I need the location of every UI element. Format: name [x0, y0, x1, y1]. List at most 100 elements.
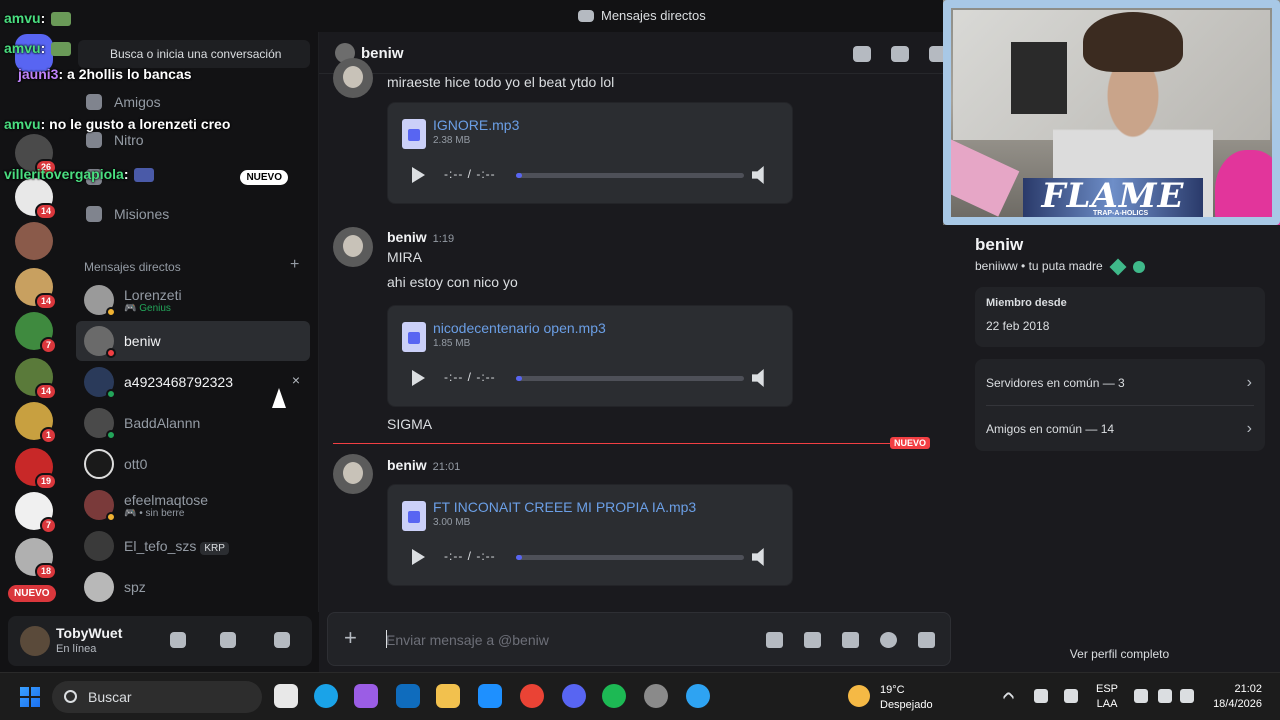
view-full-profile-link[interactable]: Ver perfil completo [959, 647, 1280, 661]
message-composer[interactable]: + Enviar mensaje a @beniw [327, 612, 951, 666]
mutual-friends-row[interactable]: Amigos en común — 14 › [986, 420, 1254, 437]
volume-icon[interactable] [752, 369, 764, 387]
status-indicator [106, 430, 116, 440]
dm-item-el-tefo-szs[interactable]: El_tefo_szs KRP [76, 526, 310, 566]
voice-call-icon[interactable] [853, 46, 871, 62]
avatar[interactable] [333, 454, 373, 494]
server-icon[interactable] [15, 222, 53, 260]
gear-icon[interactable] [274, 632, 290, 648]
nav-nitro[interactable]: Nitro [76, 123, 310, 157]
volume-icon[interactable] [752, 166, 764, 184]
create-dm-button[interactable]: + [290, 256, 299, 274]
notification-icon[interactable] [1180, 689, 1194, 703]
gift-icon[interactable] [766, 632, 783, 648]
nav-friends[interactable]: Amigos [76, 85, 310, 119]
volume-icon[interactable] [1158, 689, 1172, 703]
headphones-icon[interactable] [220, 632, 236, 648]
message-author[interactable]: beniw 21:01 [387, 457, 460, 473]
shop-icon [86, 169, 102, 185]
app-icon[interactable] [686, 684, 710, 708]
server-icon[interactable]: 19 [15, 448, 57, 490]
message-author[interactable]: beniw 1:19 [387, 229, 454, 245]
nav-quests[interactable]: Misiones [76, 197, 310, 231]
network-icon[interactable] [1034, 689, 1048, 703]
server-icon[interactable]: 14 [15, 268, 57, 310]
clock[interactable]: 21:02 18/4/2026 [1200, 682, 1262, 712]
audio-progress-bar[interactable] [516, 173, 744, 178]
task-view-icon[interactable] [274, 684, 298, 708]
profile-panel: beniw beniiww • tu puta madre Miembro de… [959, 225, 1280, 672]
chrome-icon[interactable] [520, 684, 544, 708]
file-link[interactable]: IGNORE.mp3 [433, 117, 519, 133]
emoji-icon[interactable] [880, 632, 897, 648]
taskbar-search[interactable]: Buscar [52, 681, 262, 713]
dm-item-lorenzeti[interactable]: Lorenzeti 🎮 Genius [76, 280, 310, 320]
language-indicator[interactable]: ESP LAA [1096, 682, 1118, 712]
search-icon [64, 690, 77, 703]
guild-tag: KRP [200, 541, 229, 555]
avatar[interactable] [20, 626, 50, 656]
home-button[interactable] [15, 34, 53, 72]
microphone-icon[interactable] [1064, 689, 1078, 703]
server-icon[interactable]: 7 [15, 492, 57, 534]
new-badge: NUEVO [240, 169, 288, 185]
file-link[interactable]: nicodecentenario open.mp3 [433, 320, 606, 336]
discord-app-icon[interactable] [562, 684, 586, 708]
microphone-icon[interactable] [170, 632, 186, 648]
volume-icon[interactable] [752, 548, 764, 566]
dm-item-ott0[interactable]: ott0 [76, 444, 310, 484]
server-icon[interactable]: 7 [15, 312, 57, 354]
discord-icon [578, 9, 594, 22]
display-icon[interactable] [1134, 689, 1148, 703]
outlook-icon[interactable] [396, 684, 420, 708]
app-icon[interactable] [644, 684, 668, 708]
moon-icon [848, 685, 870, 707]
status-indicator [106, 389, 116, 399]
gif-icon[interactable] [804, 632, 821, 648]
close-dm-button[interactable]: × [292, 372, 300, 388]
file-explorer-icon[interactable] [436, 684, 460, 708]
server-icon[interactable]: 1 [15, 402, 57, 444]
profile-display-name: beniw [975, 235, 1024, 254]
message-text: ahi estoy con nico yo [387, 274, 518, 290]
mention-badge: 18 [34, 563, 57, 580]
file-link[interactable]: FT INCONAIT CREEE MI PROPIA IA.mp3 [433, 499, 696, 515]
server-icon[interactable]: 14 [15, 358, 57, 400]
search-input[interactable]: Busca o inicia una conversación [78, 40, 310, 68]
audio-progress-bar[interactable] [516, 376, 744, 381]
message-input[interactable]: Enviar mensaje a @beniw [386, 632, 549, 648]
nav-shop[interactable]: NUEVO [76, 160, 310, 194]
server-icon[interactable]: 26 [15, 134, 57, 176]
play-icon[interactable] [412, 549, 425, 565]
video-call-icon[interactable] [891, 46, 909, 62]
mention-badge: 1 [39, 427, 57, 444]
mention-badge: 14 [34, 293, 57, 310]
avatar[interactable] [333, 227, 373, 267]
upload-button[interactable]: + [344, 627, 357, 649]
spotify-icon[interactable] [602, 684, 626, 708]
mutual-servers-row[interactable]: Servidores en común — 3 › [986, 374, 1254, 391]
message-text: miraeste hice todo yo el beat ytdo lol [387, 74, 615, 90]
store-icon[interactable] [478, 684, 502, 708]
edge-icon[interactable] [314, 684, 338, 708]
sticker-icon[interactable] [842, 632, 859, 648]
status-indicator [106, 512, 116, 522]
apps-icon[interactable] [918, 632, 935, 648]
server-icon[interactable]: 14 [15, 178, 57, 220]
dm-item-beniw[interactable]: beniw [76, 321, 310, 361]
copilot-icon[interactable] [354, 684, 378, 708]
server-icon[interactable]: 18 [15, 538, 57, 580]
audio-progress-bar[interactable] [516, 555, 744, 560]
avatar [84, 572, 114, 602]
start-button[interactable] [20, 687, 40, 707]
play-icon[interactable] [412, 167, 425, 183]
chat-area: beniw miraeste hice todo yo el beat ytdo… [319, 32, 959, 672]
play-icon[interactable] [412, 370, 425, 386]
dm-item-baddalannn[interactable]: BaddAlannn [76, 403, 310, 443]
dm-item-efeelmaqtose[interactable]: efeelmaqtose 🎮 • sin berre [76, 485, 310, 525]
chevron-up-icon[interactable] [1002, 691, 1015, 704]
hashtag-badge-icon[interactable] [1133, 260, 1146, 273]
dm-item-spz[interactable]: spz [76, 567, 310, 607]
new-servers-pill[interactable]: NUEVO [8, 585, 56, 602]
badge-icon[interactable] [1109, 258, 1127, 276]
